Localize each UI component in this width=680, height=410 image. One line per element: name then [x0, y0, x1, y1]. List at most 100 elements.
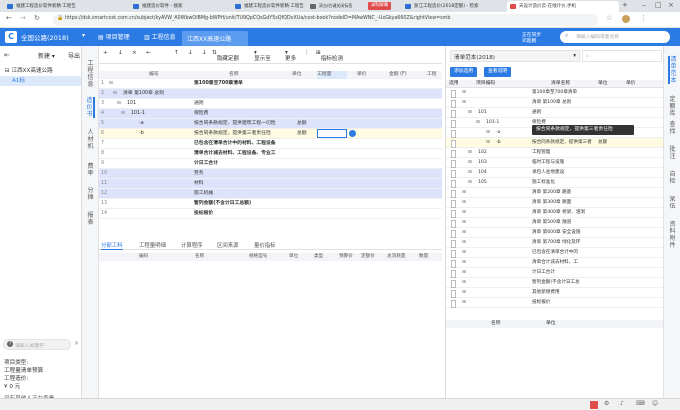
- tray-volume-icon[interactable]: ♪: [620, 400, 624, 407]
- grid-row-quantity[interactable]: [317, 159, 349, 169]
- grid-row[interactable]: 10 劳务: [99, 169, 442, 179]
- grid-row-quantity[interactable]: [317, 209, 349, 219]
- grid-row-quantity[interactable]: [317, 99, 349, 109]
- maximize-icon[interactable]: □: [655, 1, 662, 9]
- grid-row-quantity[interactable]: [317, 139, 349, 149]
- template-tree-toggle-icon[interactable]: ⊞: [462, 208, 470, 218]
- template-row-checkbox[interactable]: [451, 290, 456, 298]
- template-tree-toggle-icon[interactable]: ⊞: [468, 158, 476, 168]
- template-row-checkbox[interactable]: [451, 100, 456, 108]
- display-level-dropdown[interactable]: 显示至 ▾: [254, 50, 271, 62]
- grid-row-quantity[interactable]: [317, 109, 349, 119]
- move-up-icon[interactable]: ↑: [174, 50, 179, 56]
- edit-handle-icon[interactable]: [349, 130, 356, 137]
- vtab-allocation[interactable]: 分摊: [86, 187, 95, 201]
- browser-tab-4[interactable]: 浙江工程造价(2018定额) - 检索: [402, 1, 507, 12]
- tree-toggle-icon[interactable]: [129, 139, 137, 149]
- template-tree-toggle-icon[interactable]: ⊞: [462, 258, 470, 268]
- tree-toggle-icon[interactable]: ⊟: [121, 109, 129, 119]
- bottom-col-header[interactable]: 类型: [314, 253, 323, 261]
- tree-node-section-selected[interactable]: A1标: [0, 76, 81, 86]
- browser-tab-1[interactable]: 福建工程造价软件新精·工程告: [4, 1, 129, 12]
- tree-toggle-icon[interactable]: ⊟: [117, 99, 125, 109]
- close-icon[interactable]: ×: [74, 340, 79, 347]
- template-row[interactable]: ⊞ 投标报价: [446, 298, 664, 308]
- new-tab-icon[interactable]: +: [622, 1, 628, 9]
- forward-icon[interactable]: →: [20, 14, 26, 22]
- bottom-tab[interactable]: 量价指标: [254, 241, 276, 249]
- template-tree-toggle-icon[interactable]: ⊞: [462, 98, 470, 108]
- template-tree-toggle-icon[interactable]: ⊞: [486, 138, 494, 148]
- more-dropdown[interactable]: 更多 ▾: [285, 50, 296, 62]
- template-row[interactable]: ⊞ 清单 第600章 安全设施: [446, 228, 664, 238]
- grid-row[interactable]: 6 -b 按合同条款规定，提供第三者责任险 总额: [99, 129, 442, 139]
- vtab-quota-library[interactable]: 定额库: [668, 96, 677, 117]
- new-button[interactable]: 新建 ▾: [38, 51, 55, 60]
- template-select[interactable]: 清单范本(2018) ▾: [450, 50, 580, 62]
- bottom-col-header[interactable]: 单位: [289, 253, 298, 261]
- tray-user-icon[interactable]: ☺: [652, 400, 658, 407]
- template-row-checkbox[interactable]: [451, 120, 456, 128]
- template-row[interactable]: ⊞ 清单 第100章 总则: [446, 98, 664, 108]
- vtab-reports[interactable]: 报表: [86, 212, 95, 226]
- template-tree-toggle-icon[interactable]: ⊞: [462, 288, 470, 298]
- bottom-tab[interactable]: 分部工料: [101, 241, 123, 250]
- template-col-unit[interactable]: 单位: [598, 80, 608, 88]
- grid-row[interactable]: 13 暂列金额(不含计日工总额): [99, 199, 442, 209]
- bottom-col-header[interactable]: 编码: [139, 253, 148, 261]
- template-row-checkbox[interactable]: [451, 140, 456, 148]
- bottom-col-header[interactable]: 规格型号: [249, 253, 267, 261]
- template-tree-toggle-icon[interactable]: ⊞: [462, 268, 470, 278]
- template-col-code[interactable]: 项目编码: [476, 80, 495, 88]
- template-tree-toggle-icon[interactable]: ⊞: [468, 148, 476, 158]
- vtab-find[interactable]: 查找: [668, 121, 677, 135]
- collapse-left-icon[interactable]: ⇤: [4, 51, 10, 59]
- tree-toggle-icon[interactable]: [129, 189, 137, 199]
- browser-tab-3[interactable]: 福建工程造价软件新精·工程告: [232, 1, 307, 12]
- template-row[interactable]: ⊞ 101 通则: [446, 108, 664, 118]
- template-row[interactable]: ⊞ 103 临时工程与设施: [446, 158, 664, 168]
- browser-menu-icon[interactable]: ⋮: [640, 14, 647, 22]
- template-row-checkbox[interactable]: [451, 160, 456, 168]
- vtab-attachments[interactable]: 资料附件: [668, 221, 677, 249]
- template-row[interactable]: ⊞ 其他新增费用: [446, 288, 664, 298]
- bottom-col-header[interactable]: 定额价: [361, 253, 375, 261]
- tree-toggle-icon[interactable]: [129, 159, 137, 169]
- avatar[interactable]: [622, 15, 630, 23]
- tree-toggle-icon[interactable]: ⊟: [113, 89, 121, 99]
- template-row[interactable]: ⊞ 暂列金额(不含计日工总: [446, 278, 664, 288]
- back-icon[interactable]: ←: [6, 14, 12, 22]
- col-header-quantity[interactable]: 工程量: [317, 71, 347, 79]
- template-row-checkbox[interactable]: [451, 210, 456, 218]
- col-header-code[interactable]: 编号: [149, 71, 219, 79]
- collapse-icon[interactable]: ↓: [202, 50, 207, 56]
- bottom-tab[interactable]: 区间来源: [217, 241, 239, 249]
- url-input[interactable]: 🔒 https://dsk.smartcost.com.cn/subject/ky…: [53, 14, 598, 26]
- quantity-edit-cell[interactable]: [317, 129, 347, 138]
- template-col-name[interactable]: 清单名称: [551, 80, 570, 88]
- tree-toggle-icon[interactable]: [129, 209, 137, 219]
- menu-project-management[interactable]: ▤ 项目管理: [98, 32, 130, 41]
- tree-toggle-icon[interactable]: [129, 179, 137, 189]
- bottom-col-header[interactable]: 总消耗量: [387, 253, 405, 261]
- tree-toggle-icon[interactable]: [129, 149, 137, 159]
- grid-row[interactable]: 2 清单 第100章 总则 ⊟: [99, 89, 442, 99]
- user-name[interactable]: 邓超鹏: [522, 37, 536, 44]
- template-tree-toggle-icon[interactable]: ⊞: [486, 128, 494, 138]
- reload-icon[interactable]: ↻: [34, 14, 40, 22]
- tree-search-input[interactable]: ? 请输入关键字: [3, 339, 71, 350]
- col-header-engineering[interactable]: 工程: [427, 71, 442, 79]
- col-header-unit[interactable]: 单位: [292, 71, 314, 79]
- bottom-col-header[interactable]: 名称: [195, 253, 204, 261]
- template-tree-toggle-icon[interactable]: ⊞: [462, 248, 470, 258]
- tray-app-icon[interactable]: [590, 401, 598, 409]
- template-row-checkbox[interactable]: [451, 110, 456, 118]
- template-row-checkbox[interactable]: [451, 200, 456, 208]
- template-col-select[interactable]: 选用: [449, 80, 459, 88]
- template-row-checkbox[interactable]: [451, 270, 456, 278]
- delete-icon[interactable]: ×: [132, 50, 137, 56]
- grid-row[interactable]: 14 投标报价: [99, 209, 442, 219]
- template-row[interactable]: ⊞-b按合同条款规定，提供第三者责任险总额: [446, 138, 664, 148]
- vtab-fee-rate[interactable]: 费率: [86, 163, 95, 177]
- template-tree-toggle-icon[interactable]: ⊞: [462, 238, 470, 248]
